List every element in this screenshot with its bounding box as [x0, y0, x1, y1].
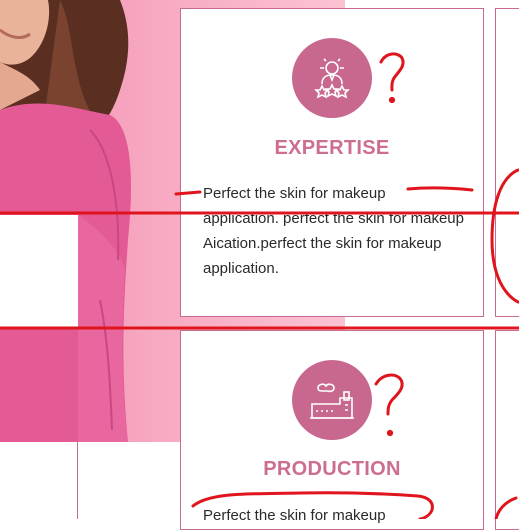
card-title: PRODUCTION — [263, 458, 401, 480]
card-description: Perfect the skin for makeup application.… — [203, 185, 464, 277]
card-description: Perfect the skin for makeup — [203, 507, 386, 524]
factory-icon — [292, 360, 372, 440]
divider — [77, 442, 78, 519]
white-panel — [0, 215, 78, 328]
expert-award-icon — [292, 38, 372, 118]
card-title: EXPERTISE — [274, 137, 390, 159]
feature-card-next-edge — [495, 8, 519, 317]
feature-card-next-edge — [495, 330, 519, 530]
